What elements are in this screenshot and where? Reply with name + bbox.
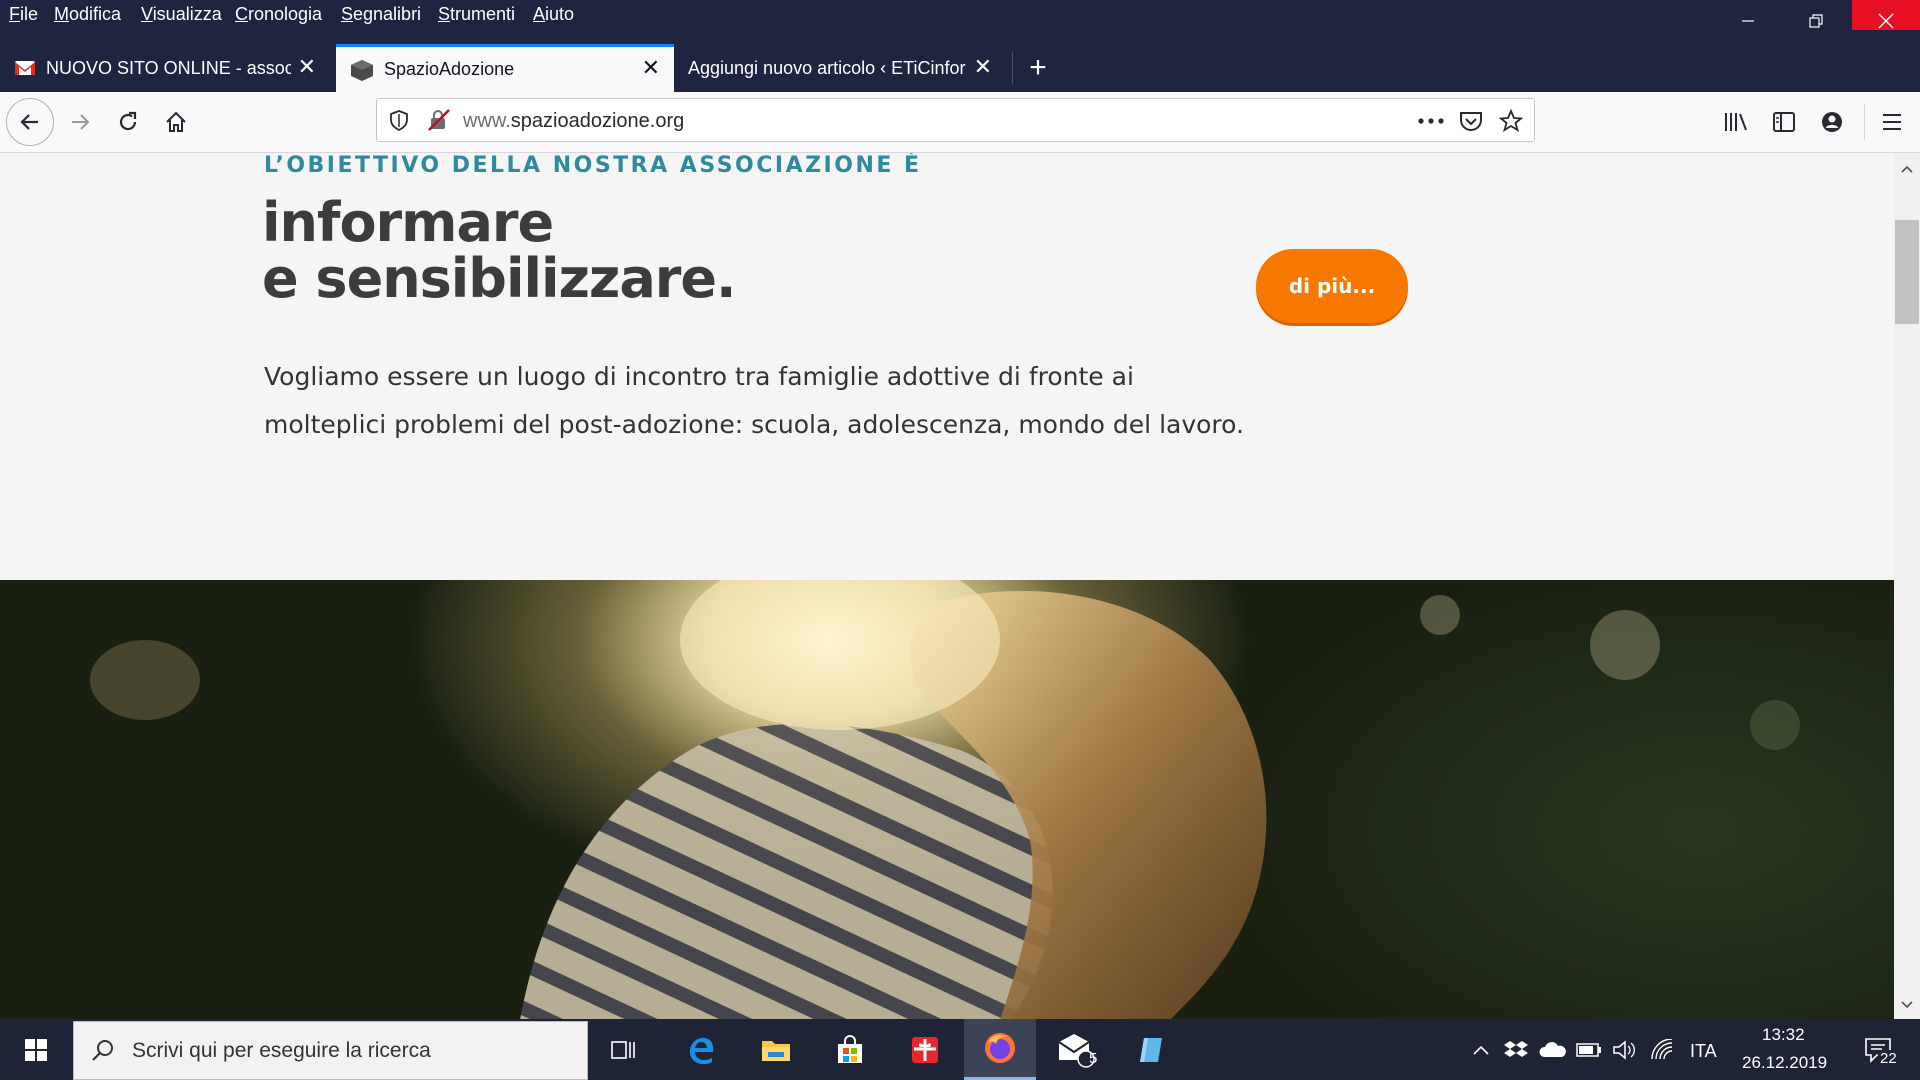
menu-aiuto[interactable]: Aiuto (533, 4, 574, 25)
account-button[interactable] (1810, 100, 1854, 144)
menu-modifica[interactable]: Modifica (54, 4, 121, 25)
notepad-icon (1140, 1037, 1162, 1062)
search-icon (92, 1040, 113, 1061)
intro-paragraph: Vogliamo essere un luogo di incontro tra… (264, 362, 1244, 439)
back-button[interactable] (6, 98, 54, 146)
section-eyebrow: L’OBIETTIVO DELLA NOSTRA ASSOCIAZIONE È (264, 153, 922, 178)
menu-strumenti[interactable]: Strumenti (438, 4, 515, 25)
hero-photo (0, 580, 1894, 1019)
scroll-up-icon[interactable] (1894, 159, 1920, 179)
close-tab-icon[interactable]: ✕ (642, 55, 660, 81)
tab-gmail[interactable]: NUOVO SITO ONLINE - associa ✕ (0, 44, 330, 92)
menu-segnalibri[interactable]: Segnalibri (341, 4, 421, 25)
mail-badge: 5 (1089, 1050, 1098, 1067)
tray-overflow-icon[interactable] (1472, 1043, 1490, 1057)
tab-aggiungi-articolo[interactable]: Aggiungi nuovo articolo ‹ ETiCinfor ✕ (676, 44, 1006, 92)
taskbar-gift-app[interactable] (889, 1019, 961, 1080)
sidebar-icon (1773, 112, 1795, 132)
forward-arrow-icon (72, 114, 90, 130)
volume-icon[interactable] (1612, 1039, 1636, 1061)
home-icon (166, 111, 186, 132)
menu-file[interactable]: File (9, 4, 38, 25)
pocket-icon[interactable] (1459, 110, 1483, 132)
gift-icon (912, 1036, 938, 1063)
taskbar-search[interactable]: Scrivi qui per eseguire la ricerca (73, 1021, 588, 1080)
reload-icon (119, 111, 137, 131)
site-cube-icon (351, 59, 373, 81)
page-actions-icon[interactable] (1417, 116, 1445, 126)
wifi-icon[interactable] (1650, 1039, 1676, 1061)
scrollbar-thumb[interactable] (1895, 220, 1919, 324)
firefox-icon (985, 1033, 1015, 1063)
edge-icon (689, 1037, 714, 1064)
task-view-icon (611, 1040, 635, 1059)
minimize-icon (1742, 20, 1754, 22)
tab-bar: NUOVO SITO ONLINE - associa ✕ SpazioAdoz… (0, 30, 1920, 92)
url-text[interactable]: www.spazioadozione.org (463, 110, 684, 133)
library-button[interactable] (1714, 100, 1758, 144)
clock-date[interactable]: 26.12.2019 (1742, 1053, 1827, 1073)
action-center-button[interactable]: 22 (1848, 1019, 1908, 1080)
clock-time[interactable]: 13:32 (1762, 1025, 1805, 1045)
forward-button[interactable] (58, 100, 102, 144)
web-page: L’OBIETTIVO DELLA NOSTRA ASSOCIAZIONE È … (0, 153, 1894, 1019)
headline-line-1: informare (262, 191, 554, 254)
taskbar: Scrivi qui per eseguire la ricerca 5 ITA… (0, 1019, 1920, 1080)
tab-spazioadozione[interactable]: SpazioAdozione ✕ (336, 44, 674, 92)
hamburger-menu-icon (1883, 114, 1901, 130)
taskbar-store[interactable] (814, 1019, 886, 1080)
close-tab-icon[interactable]: ✕ (974, 54, 992, 80)
scroll-down-icon[interactable] (1894, 995, 1920, 1015)
menu-visualizza[interactable]: Visualizza (141, 4, 222, 25)
headline-line-2: e sensibilizzare. (262, 247, 737, 310)
toolbar-separator (1864, 104, 1865, 140)
navigation-bar: www.spazioadozione.org (0, 92, 1920, 153)
back-arrow-icon (20, 114, 38, 130)
taskbar-firefox[interactable] (964, 1019, 1036, 1080)
language-indicator[interactable]: ITA (1690, 1041, 1717, 1062)
account-icon (1822, 112, 1842, 132)
taskbar-file-explorer[interactable] (740, 1019, 812, 1080)
home-button[interactable] (154, 100, 198, 144)
library-icon (1725, 113, 1747, 131)
reload-button[interactable] (106, 100, 150, 144)
gmail-icon (15, 61, 35, 75)
plus-icon: + (1029, 51, 1047, 84)
close-icon (1878, 13, 1894, 29)
bookmark-star-icon[interactable] (1499, 109, 1523, 133)
more-button[interactable]: di più... (1256, 249, 1408, 323)
taskbar-edge[interactable] (665, 1019, 737, 1080)
url-bar[interactable]: www.spazioadozione.org (376, 98, 1535, 142)
page-headline: informare e sensibilizzare. (262, 191, 737, 310)
taskbar-notepad-app[interactable] (1114, 1019, 1186, 1080)
notification-count: 22 (1878, 1050, 1899, 1067)
windows-logo-icon (25, 1038, 47, 1061)
task-view-button[interactable] (588, 1019, 660, 1080)
sidebar-button[interactable] (1762, 100, 1806, 144)
start-button[interactable] (0, 1019, 72, 1080)
battery-icon[interactable] (1576, 1042, 1602, 1058)
menu-bar: File Modifica Visualizza Cronologia Segn… (0, 0, 1920, 42)
children-embrace-silhouette (520, 580, 1267, 1019)
taskbar-mail[interactable]: 5 (1040, 1019, 1112, 1080)
search-placeholder: Scrivi qui per eseguire la ricerca (132, 1039, 431, 1062)
store-icon (838, 1034, 862, 1063)
dropbox-icon[interactable] (1504, 1039, 1528, 1061)
menu-cronologia[interactable]: Cronologia (235, 4, 322, 25)
menu-button[interactable] (1870, 100, 1914, 144)
onedrive-icon[interactable] (1538, 1041, 1566, 1059)
tab-separator (1012, 52, 1013, 84)
restore-icon (1809, 14, 1823, 28)
folder-icon (762, 1040, 790, 1061)
close-tab-icon[interactable]: ✕ (298, 54, 316, 80)
shield-icon (390, 110, 408, 131)
new-tab-button[interactable]: + (1020, 44, 1056, 92)
insecure-connection-icon (428, 109, 450, 131)
